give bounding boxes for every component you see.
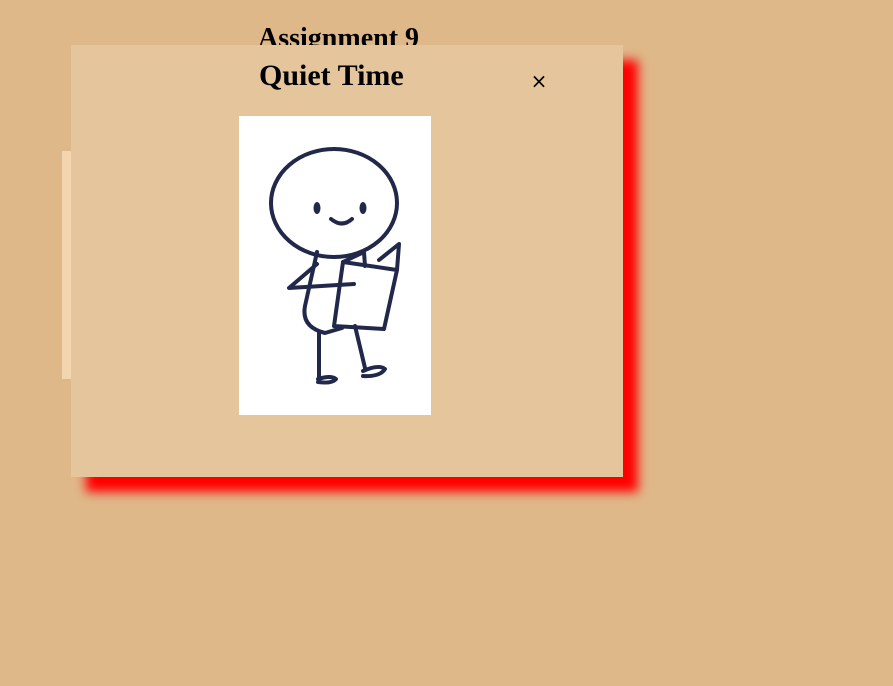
stick-figure-reading-book-icon xyxy=(239,116,431,415)
modal-title: Quiet Time xyxy=(259,59,404,92)
modal-dialog: Quiet Time × xyxy=(71,45,623,477)
close-button[interactable]: × xyxy=(527,67,551,95)
